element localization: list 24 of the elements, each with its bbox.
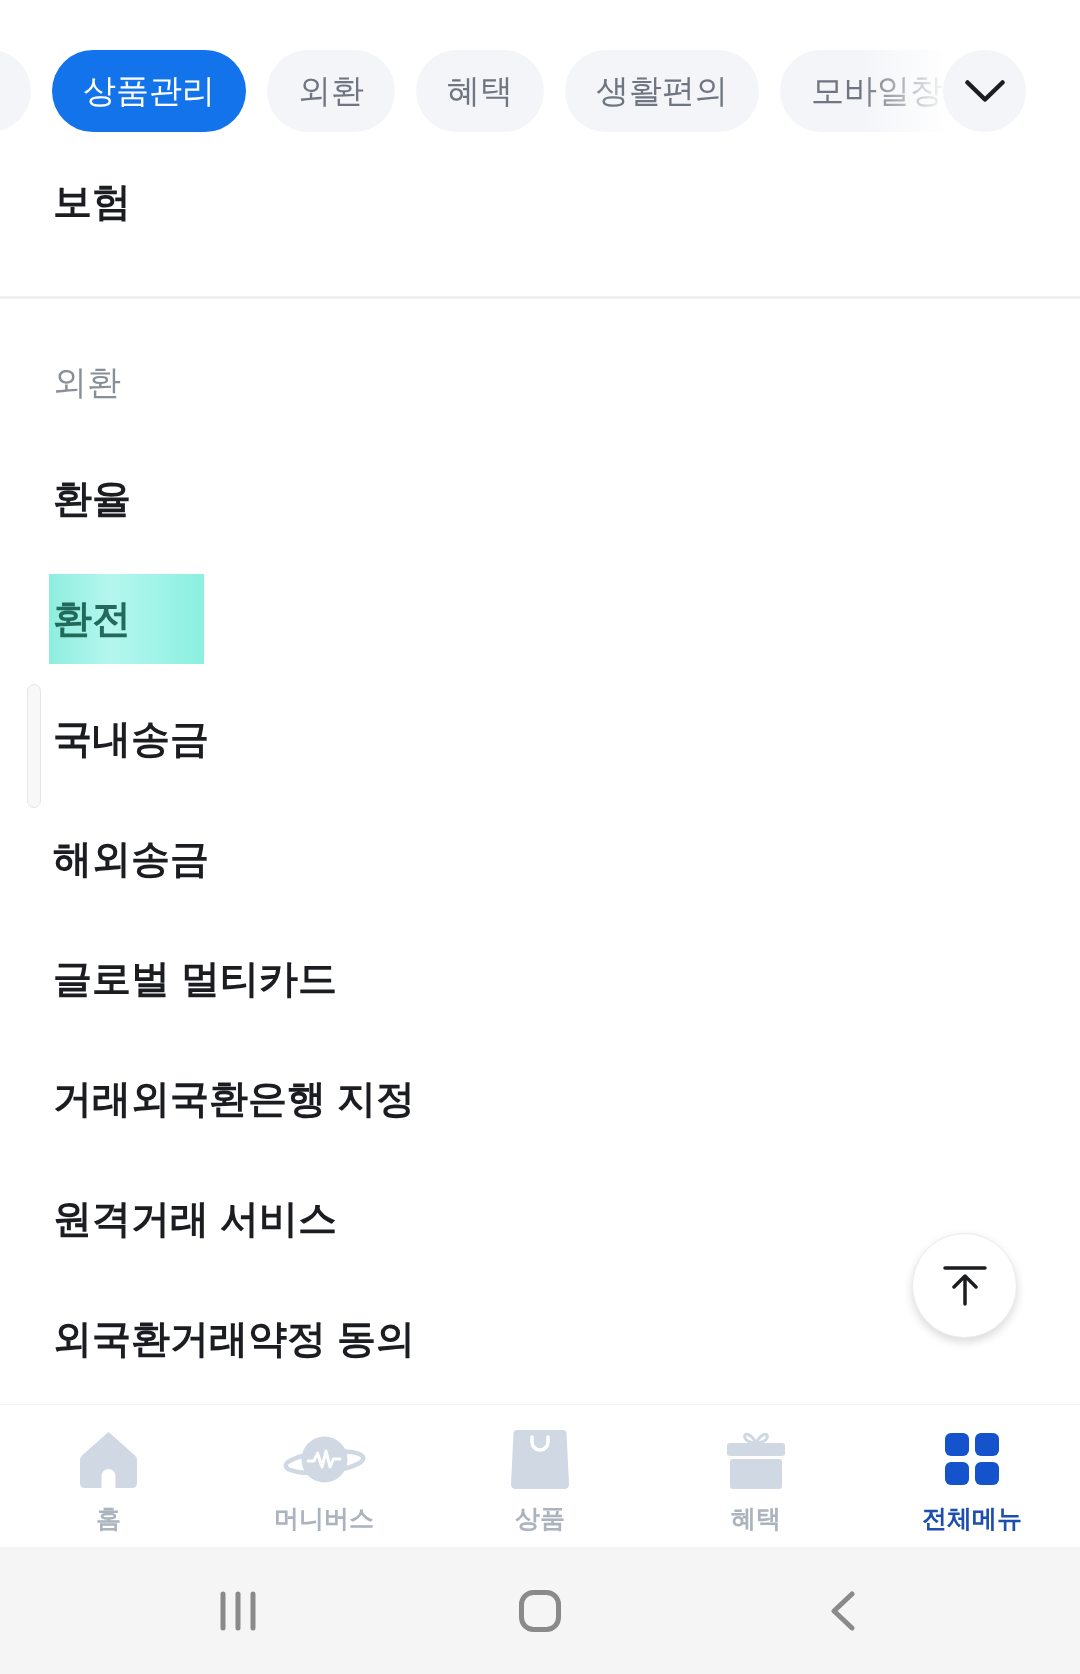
menu-item[interactable]: 해외송금 xyxy=(53,836,209,882)
menu-item[interactable]: 원격거래 서비스 xyxy=(53,1196,337,1242)
scroll-top-button[interactable] xyxy=(912,1233,1017,1338)
section-title: 외환 xyxy=(53,362,121,402)
back-icon[interactable] xyxy=(829,1590,855,1631)
menu-item[interactable]: 환율 xyxy=(53,476,131,522)
menu-item[interactable]: 외국환거래약정 동의 xyxy=(53,1316,415,1362)
shopping-bag-icon xyxy=(511,1429,569,1489)
menu-item[interactable]: 글로벌 멀티카드 xyxy=(53,956,337,1002)
nav-tab[interactable]: 전체메뉴 xyxy=(864,1405,1080,1547)
home-button-icon[interactable] xyxy=(519,1589,561,1632)
menu-item[interactable]: 거래외국환은행 지정 xyxy=(53,1076,415,1122)
category-chip[interactable]: 외환 xyxy=(267,50,395,132)
menu-item[interactable]: 환전 xyxy=(49,574,204,664)
grid-icon xyxy=(945,1433,999,1485)
chevron-down-icon xyxy=(964,80,1005,102)
category-chip[interactable]: 생활편의 xyxy=(565,50,759,132)
arrow-up-to-line-icon xyxy=(942,1265,987,1306)
menu-item[interactable]: 보험 xyxy=(53,179,131,225)
category-chip[interactable]: 혜택 xyxy=(416,50,544,132)
category-chip[interactable]: 상품관리 xyxy=(52,50,246,132)
recent-apps-icon[interactable] xyxy=(220,1590,256,1631)
home-icon xyxy=(79,1430,137,1488)
menu-item[interactable]: 국내송금 xyxy=(53,716,209,762)
